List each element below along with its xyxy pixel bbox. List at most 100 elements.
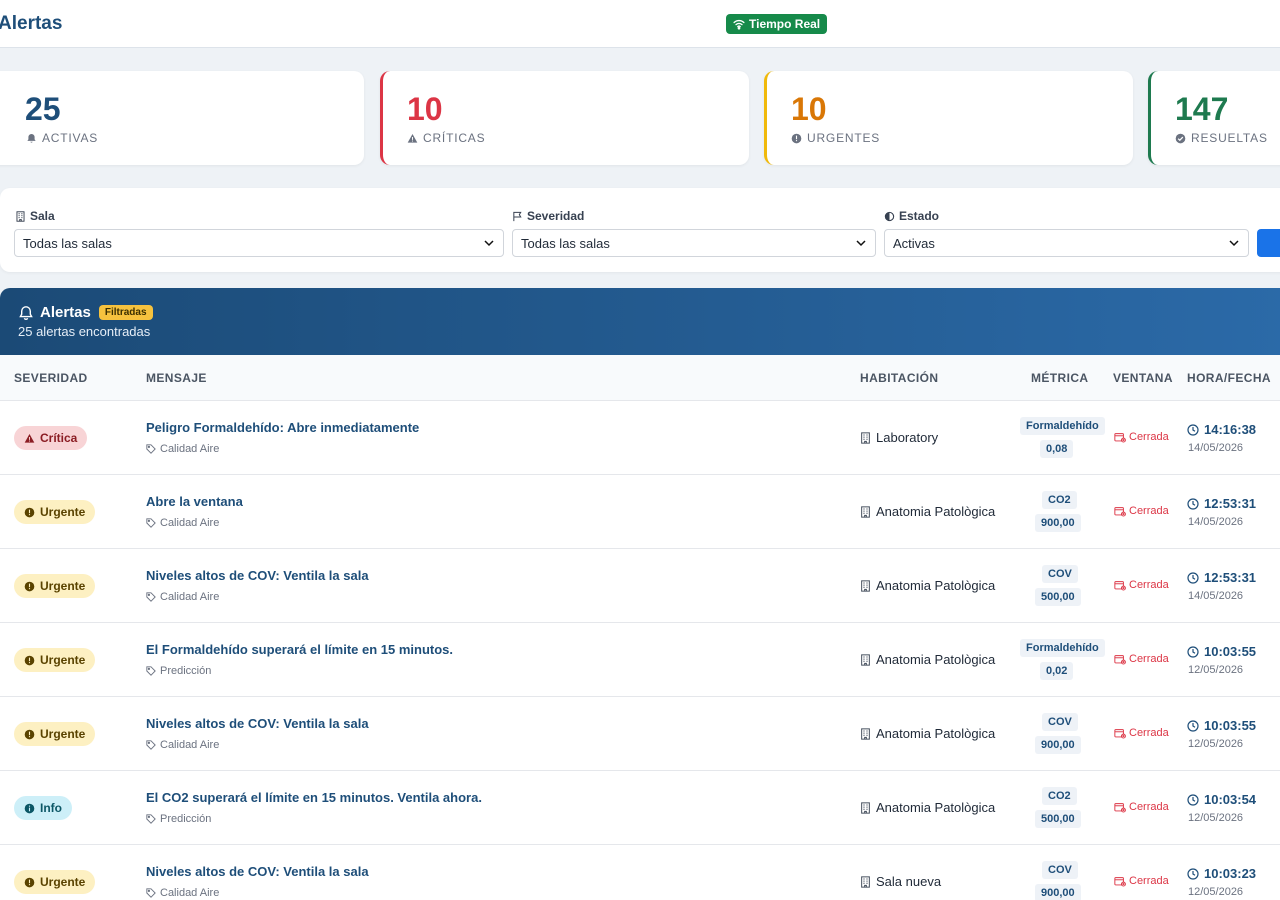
tag-icon: [146, 666, 156, 676]
table-row[interactable]: Crítica Peligro Formaldehído: Abre inmedi…: [0, 401, 1280, 475]
window-status-text: Cerrada: [1129, 431, 1169, 443]
alert-time-text: 12:53:31: [1204, 496, 1257, 511]
filter-label-sala: Sala: [15, 209, 55, 223]
alert-message[interactable]: Niveles altos de COV: Ventila la sala: [146, 716, 369, 731]
estado-select-value: Activas: [893, 235, 935, 251]
window-closed-icon: [1114, 654, 1126, 665]
col-hora-fecha[interactable]: HORA/FECHA: [1187, 371, 1271, 385]
severity-label: Urgente: [40, 727, 86, 741]
alert-category-text: Calidad Aire: [160, 739, 220, 751]
clock-icon: [1187, 423, 1199, 436]
metric-name: COV: [1042, 713, 1078, 731]
building-icon: [861, 653, 870, 666]
filter-label-estado: Estado: [884, 209, 939, 223]
alert-date: 12/05/2026: [1188, 738, 1244, 750]
apply-filter-button[interactable]: [1257, 229, 1280, 257]
alert-time-text: 10:03:55: [1204, 644, 1257, 659]
severity-badge: Urgente: [14, 870, 96, 894]
col-habitacion[interactable]: HABITACIÓN: [860, 371, 938, 385]
alert-category-text: Calidad Aire: [160, 887, 220, 899]
table-row[interactable]: Urgente Niveles altos de COV: Ventila la …: [0, 845, 1280, 900]
room-name: Anatomia Patològica: [876, 504, 996, 519]
alerts-panel-title: Alertas Filtradas: [18, 304, 153, 321]
window-status-text: Cerrada: [1129, 875, 1169, 887]
alert-message[interactable]: El CO2 superará el límite en 15 minutos.…: [146, 790, 482, 805]
alert-date: 14/05/2026: [1188, 590, 1244, 602]
exclamation-circle-icon: [24, 655, 35, 665]
bell-icon: [27, 133, 36, 143]
stat-card-urgentes[interactable]: 10 URGENTES: [764, 71, 1133, 165]
estado-select[interactable]: Activas: [884, 229, 1249, 257]
clock-icon: [1187, 719, 1199, 732]
severity-badge: Urgente: [14, 500, 96, 524]
stat-label-text: CRÍTICAS: [423, 131, 486, 145]
metric-value: 0,08: [1040, 440, 1074, 458]
metric-name: COV: [1042, 861, 1078, 879]
alerts-count: 25 alertas encontradas: [18, 324, 151, 339]
table-row[interactable]: Urgente Abre la ventana Calidad Aire Anatom…: [0, 475, 1280, 549]
room-name: Anatomia Patològica: [876, 800, 996, 815]
clock-icon: [1187, 571, 1199, 584]
exclamation-circle-icon: [791, 133, 802, 143]
tag-icon: [146, 888, 156, 898]
stat-card-criticas[interactable]: 10 CRÍTICAS: [380, 71, 749, 165]
room-name: Laboratory: [876, 430, 939, 445]
alert-message[interactable]: El Formaldehído superará el límite en 15…: [146, 642, 453, 657]
table-row[interactable]: Urgente Niveles altos de COV: Ventila la …: [0, 697, 1280, 771]
alert-time: 10:03:55: [1187, 718, 1256, 733]
building-icon: [861, 579, 870, 592]
window-status: Cerrada: [1114, 579, 1169, 591]
chevron-down-icon: [1229, 240, 1239, 247]
table-row[interactable]: Info El CO2 superará el límite en 15 minu…: [0, 771, 1280, 845]
exclamation-circle-icon: [24, 581, 35, 591]
severity-label: Crítica: [40, 431, 78, 445]
page-title: Alertas: [0, 13, 63, 34]
filter-label-text: Sala: [30, 209, 55, 223]
metric-value: 500,00: [1035, 810, 1081, 828]
stat-label: URGENTES: [791, 131, 880, 145]
window-status: Cerrada: [1114, 875, 1169, 887]
alert-message[interactable]: Niveles altos de COV: Ventila la sala: [146, 568, 369, 583]
room: Laboratory: [860, 430, 938, 445]
window-closed-icon: [1114, 876, 1126, 887]
alert-time: 12:53:31: [1187, 570, 1256, 585]
stat-label: RESUELTAS: [1175, 131, 1268, 145]
window-status: Cerrada: [1114, 653, 1169, 665]
window-closed-icon: [1114, 802, 1126, 813]
alert-message[interactable]: Peligro Formaldehído: Abre inmediatament…: [146, 420, 419, 435]
window-status: Cerrada: [1114, 801, 1169, 813]
severity-badge: Info: [14, 796, 72, 820]
alert-time: 10:03:23: [1187, 866, 1256, 881]
wifi-icon: [733, 19, 745, 30]
alert-date: 14/05/2026: [1188, 516, 1244, 528]
table-row[interactable]: Urgente El Formaldehído superará el límit…: [0, 623, 1280, 697]
alert-category: Calidad Aire: [146, 517, 219, 529]
sala-select[interactable]: Todas las salas: [14, 229, 504, 257]
window-status-text: Cerrada: [1129, 579, 1169, 591]
severidad-select[interactable]: Todas las salas: [512, 229, 876, 257]
alert-category: Predicción: [146, 665, 211, 677]
warning-icon: [24, 433, 35, 443]
window-closed-icon: [1114, 432, 1126, 443]
stat-card-resueltas[interactable]: 147 RESUELTAS: [1148, 71, 1280, 165]
col-metrica[interactable]: MÉTRICA: [1031, 371, 1088, 385]
table-row[interactable]: Urgente Niveles altos de COV: Ventila la …: [0, 549, 1280, 623]
alert-date: 12/05/2026: [1188, 886, 1244, 898]
col-mensaje[interactable]: MENSAJE: [146, 371, 207, 385]
clock-icon: [1187, 497, 1199, 510]
stat-card-activas[interactable]: 25 ACTIVAS: [0, 71, 364, 165]
col-ventana[interactable]: VENTANA: [1113, 371, 1173, 385]
metric-name: COV: [1042, 565, 1078, 583]
col-severidad[interactable]: SEVERIDAD: [14, 371, 88, 385]
alert-message[interactable]: Abre la ventana: [146, 494, 243, 509]
window-status-text: Cerrada: [1129, 727, 1169, 739]
info-circle-icon: [24, 803, 35, 813]
severity-label: Info: [40, 801, 62, 815]
alert-message[interactable]: Niveles altos de COV: Ventila la sala: [146, 864, 369, 879]
filtered-badge: Filtradas: [98, 305, 153, 320]
stat-label-text: RESUELTAS: [1191, 131, 1268, 145]
severity-label: Urgente: [40, 505, 86, 519]
alert-category: Calidad Aire: [146, 739, 219, 751]
metric-value: 900,00: [1035, 736, 1081, 754]
severity-label: Urgente: [40, 653, 86, 667]
